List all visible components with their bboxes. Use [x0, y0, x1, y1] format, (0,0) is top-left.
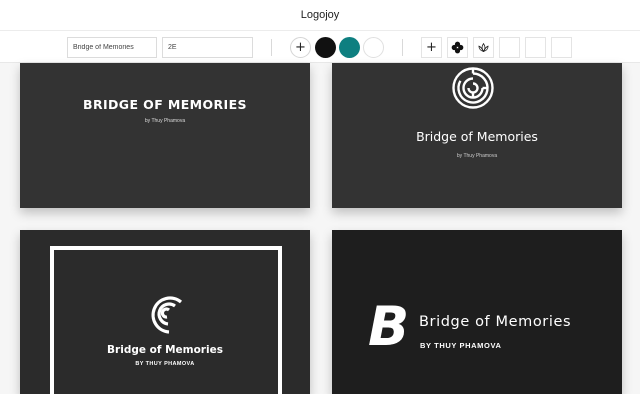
company-name-input[interactable] — [67, 37, 157, 58]
empty-symbol-slot[interactable] — [551, 37, 572, 58]
logo-name: Bridge of Memories — [107, 344, 223, 356]
letter-b-icon: B — [368, 295, 410, 358]
add-color-button[interactable]: + — [290, 37, 311, 58]
logo-tagline: BY THUY PHAMOVA — [420, 341, 502, 350]
toolbar-divider — [402, 39, 403, 56]
color-swatch-teal[interactable] — [339, 37, 360, 58]
lotus-icon — [478, 42, 489, 53]
logo-name: Bridge of Memories — [416, 129, 538, 144]
empty-symbol-slot[interactable] — [499, 37, 520, 58]
empty-symbol-slot[interactable] — [525, 37, 546, 58]
add-symbol-button[interactable]: + — [421, 37, 442, 58]
logo-card[interactable]: Bridge of Memories by Thuy Phamova — [332, 63, 622, 208]
concentric-arcs-icon — [151, 296, 183, 334]
symbol-option-clover[interactable] — [447, 37, 468, 58]
plus-icon: + — [426, 40, 437, 55]
maze-circle-icon — [452, 67, 494, 109]
logo-card[interactable]: Bridge of Memories BY THUY PHAMOVA — [20, 230, 310, 394]
logo-card[interactable]: B Bridge of Memories BY THUY PHAMOVA — [332, 230, 622, 394]
logo-name: BRIDGE OF MEMORIES — [83, 97, 247, 112]
top-bar: Logojoy — [0, 0, 640, 30]
logo-tagline: by Thuy Phamova — [144, 118, 186, 124]
clover-icon — [451, 41, 464, 54]
logo-tagline: by Thuy Phamova — [456, 153, 498, 159]
plus-icon: + — [295, 40, 306, 55]
logo-tagline: BY THUY PHAMOVA — [135, 361, 195, 367]
toolbar-divider — [271, 39, 272, 56]
color-swatch-black[interactable] — [315, 37, 336, 58]
color-swatch-white[interactable] — [363, 37, 384, 58]
app-title: Logojoy — [300, 9, 340, 21]
logo-card[interactable]: BRIDGE OF MEMORIES by Thuy Phamova — [20, 63, 310, 208]
slogan-input[interactable] — [162, 37, 253, 58]
symbol-option-lotus[interactable] — [473, 37, 494, 58]
editor-toolbar: + + — [0, 30, 640, 63]
logo-name: Bridge of Memories — [419, 314, 572, 330]
